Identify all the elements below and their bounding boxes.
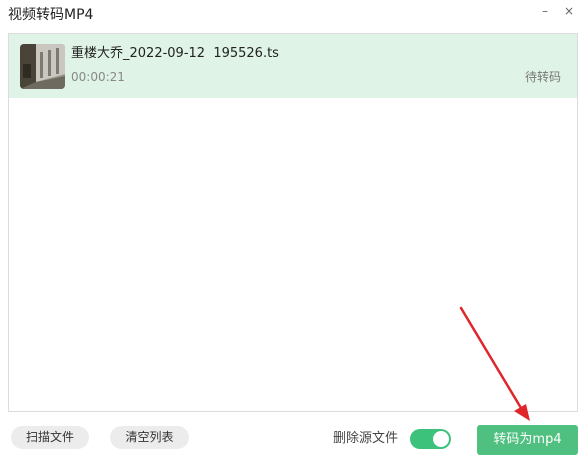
video-thumbnail-icon: [20, 44, 65, 89]
clear-list-button[interactable]: 清空列表: [110, 426, 189, 449]
convert-to-mp4-button[interactable]: 转码为mp4: [477, 425, 578, 455]
file-status: 待转码: [524, 70, 561, 84]
delete-source-label: 删除源文件: [333, 431, 399, 446]
file-list: 重楼大乔_2022-09-12 195526.ts 00:00:21 待转码: [8, 33, 578, 412]
toggle-knob: [433, 431, 449, 447]
file-name: 重楼大乔_2022-09-12 195526.ts: [71, 46, 279, 61]
file-duration: 00:00:21: [71, 70, 125, 84]
title-bar: 视频转码MP4 – ×: [0, 0, 585, 32]
scan-files-button[interactable]: 扫描文件: [11, 426, 89, 449]
converter-window: 视频转码MP4 – × 重楼大乔_2022-09-12 195526.ts 00…: [0, 0, 585, 456]
close-icon[interactable]: ×: [558, 2, 580, 20]
list-item[interactable]: 重楼大乔_2022-09-12 195526.ts 00:00:21 待转码: [9, 34, 577, 98]
window-title: 视频转码MP4: [8, 7, 94, 23]
minimize-icon[interactable]: –: [534, 2, 556, 20]
delete-source-toggle[interactable]: [410, 429, 451, 449]
